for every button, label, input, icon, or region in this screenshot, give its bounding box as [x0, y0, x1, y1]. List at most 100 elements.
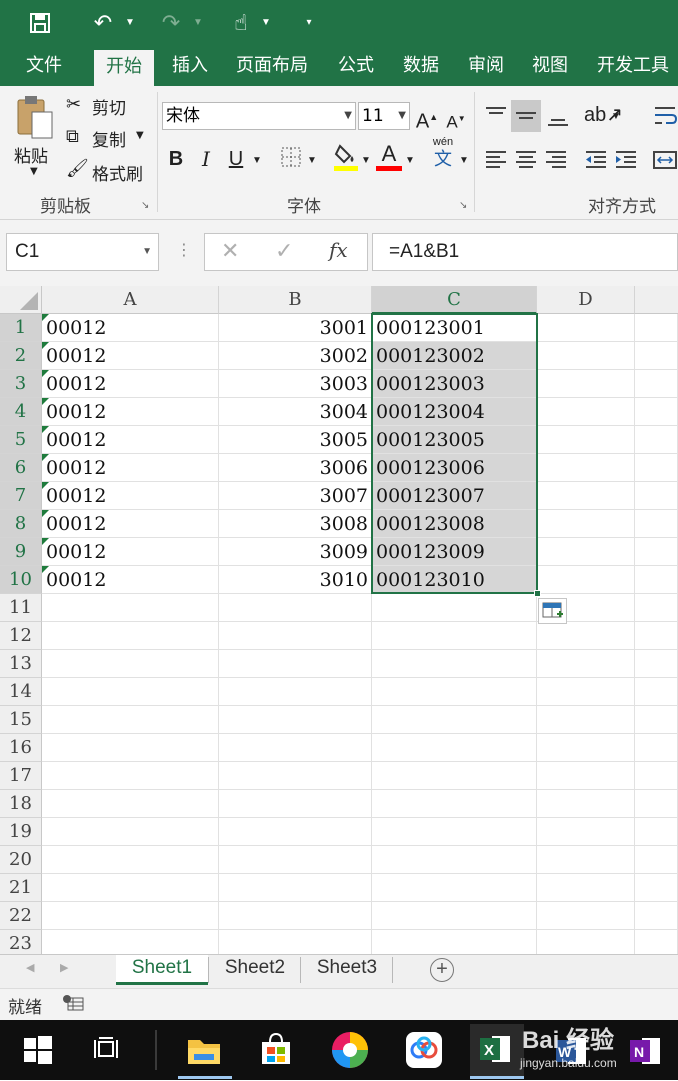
cell-b[interactable]: 3001 — [219, 314, 372, 342]
paste-dropdown-icon[interactable]: ▼ — [30, 166, 38, 177]
cell-d[interactable] — [537, 454, 635, 482]
cell-a[interactable] — [42, 622, 219, 650]
font-name-dropdown-icon[interactable]: ▼ — [344, 103, 352, 129]
cell-e[interactable] — [635, 482, 678, 510]
column-header-a[interactable]: A — [42, 286, 219, 314]
cell-a[interactable] — [42, 874, 219, 902]
cell-d[interactable] — [537, 510, 635, 538]
cell-b[interactable]: 3008 — [219, 510, 372, 538]
bold-icon[interactable]: B — [164, 146, 188, 172]
cell-b[interactable] — [219, 874, 372, 902]
cell-d[interactable] — [537, 342, 635, 370]
cell-a[interactable]: 00012 — [42, 454, 219, 482]
cell-c[interactable]: 000123007 — [372, 482, 537, 510]
row-header[interactable]: 18 — [0, 790, 42, 818]
cell-a[interactable] — [42, 678, 219, 706]
cell-e[interactable] — [635, 398, 678, 426]
row-header[interactable]: 6 — [0, 454, 42, 482]
cell-d[interactable] — [537, 622, 635, 650]
cell-e[interactable] — [635, 342, 678, 370]
row-header[interactable]: 14 — [0, 678, 42, 706]
row-header[interactable]: 17 — [0, 762, 42, 790]
row-header[interactable]: 5 — [0, 426, 42, 454]
cell-a[interactable]: 00012 — [42, 314, 219, 342]
font-color-dropdown-icon[interactable]: ▼ — [404, 148, 416, 174]
cell-c[interactable] — [372, 622, 537, 650]
cell-d[interactable] — [537, 930, 635, 954]
cell-b[interactable]: 3003 — [219, 370, 372, 398]
cell-a[interactable]: 00012 — [42, 398, 219, 426]
undo-dropdown-icon[interactable]: ▼ — [124, 6, 136, 40]
align-left-icon[interactable] — [482, 146, 510, 174]
cell-a[interactable]: 00012 — [42, 566, 219, 594]
cell-e[interactable] — [635, 762, 678, 790]
column-header-c[interactable]: C — [372, 286, 537, 314]
fill-color-dropdown-icon[interactable]: ▼ — [360, 148, 372, 174]
baidu-netdisk-icon[interactable] — [402, 1028, 446, 1072]
file-explorer-icon[interactable] — [182, 1028, 226, 1072]
cell-a[interactable] — [42, 594, 219, 622]
tab-home[interactable]: 开始 — [94, 50, 154, 86]
formula-bar-grip-icon[interactable]: ⋮ — [176, 242, 192, 260]
macro-recording-icon[interactable] — [62, 994, 84, 1019]
cell-c[interactable] — [372, 790, 537, 818]
cell-a[interactable]: 00012 — [42, 370, 219, 398]
cell-c[interactable] — [372, 650, 537, 678]
font-size-dropdown-icon[interactable]: ▼ — [398, 103, 406, 129]
cell-d[interactable] — [537, 566, 635, 594]
row-header[interactable]: 11 — [0, 594, 42, 622]
row-header[interactable]: 15 — [0, 706, 42, 734]
cell-b[interactable]: 3005 — [219, 426, 372, 454]
row-header[interactable]: 3 — [0, 370, 42, 398]
cell-e[interactable] — [635, 902, 678, 930]
cell-b[interactable] — [219, 790, 372, 818]
row-header[interactable]: 21 — [0, 874, 42, 902]
cell-c[interactable] — [372, 594, 537, 622]
fill-handle[interactable] — [534, 590, 541, 597]
cell-d[interactable] — [537, 874, 635, 902]
task-view-icon[interactable] — [86, 1028, 130, 1072]
cell-b[interactable]: 3004 — [219, 398, 372, 426]
cell-d[interactable] — [537, 482, 635, 510]
scroll-sheets-left-icon[interactable]: ◀ — [26, 961, 34, 974]
cell-a[interactable] — [42, 734, 219, 762]
cell-b[interactable]: 3006 — [219, 454, 372, 482]
cell-b[interactable]: 3002 — [219, 342, 372, 370]
cell-c[interactable] — [372, 930, 537, 954]
cell-d[interactable] — [537, 398, 635, 426]
row-header[interactable]: 7 — [0, 482, 42, 510]
cell-d[interactable] — [537, 790, 635, 818]
name-box-dropdown-icon[interactable]: ▼ — [142, 234, 152, 270]
cell-e[interactable] — [635, 706, 678, 734]
cell-e[interactable] — [635, 846, 678, 874]
underline-dropdown-icon[interactable]: ▼ — [250, 148, 264, 174]
cell-b[interactable] — [219, 706, 372, 734]
cell-c[interactable]: 000123003 — [372, 370, 537, 398]
align-bottom-icon[interactable] — [544, 102, 572, 130]
paste-label[interactable]: 粘贴 — [14, 142, 48, 167]
align-right-icon[interactable] — [542, 146, 570, 174]
tab-review[interactable]: 审阅 — [468, 46, 504, 86]
sheet-tab-sheet2[interactable]: Sheet2 — [210, 955, 300, 985]
orientation-icon[interactable]: ab↗ — [584, 102, 623, 128]
cell-d[interactable] — [537, 818, 635, 846]
tab-view[interactable]: 视图 — [532, 46, 568, 86]
cell-d[interactable] — [537, 538, 635, 566]
wrap-text-icon[interactable] — [652, 102, 678, 130]
cell-b[interactable] — [219, 622, 372, 650]
cell-a[interactable] — [42, 790, 219, 818]
row-header[interactable]: 23 — [0, 930, 42, 954]
cell-e[interactable] — [635, 454, 678, 482]
increase-indent-icon[interactable] — [612, 146, 640, 174]
auto-fill-options-icon[interactable] — [538, 598, 567, 624]
worksheet-grid[interactable]: A B C D 1 00012 3001 000123001 2 00012 3002 000… — [0, 286, 678, 954]
cell-e[interactable] — [635, 678, 678, 706]
cell-b[interactable] — [219, 734, 372, 762]
cell-e[interactable] — [635, 566, 678, 594]
cell-e[interactable] — [635, 930, 678, 954]
copy-button[interactable]: 复制 — [92, 126, 126, 151]
row-header[interactable]: 13 — [0, 650, 42, 678]
excel-taskbar-icon[interactable]: X — [470, 1024, 524, 1076]
cell-d[interactable] — [537, 370, 635, 398]
undo-icon[interactable]: ↶ — [88, 6, 118, 40]
